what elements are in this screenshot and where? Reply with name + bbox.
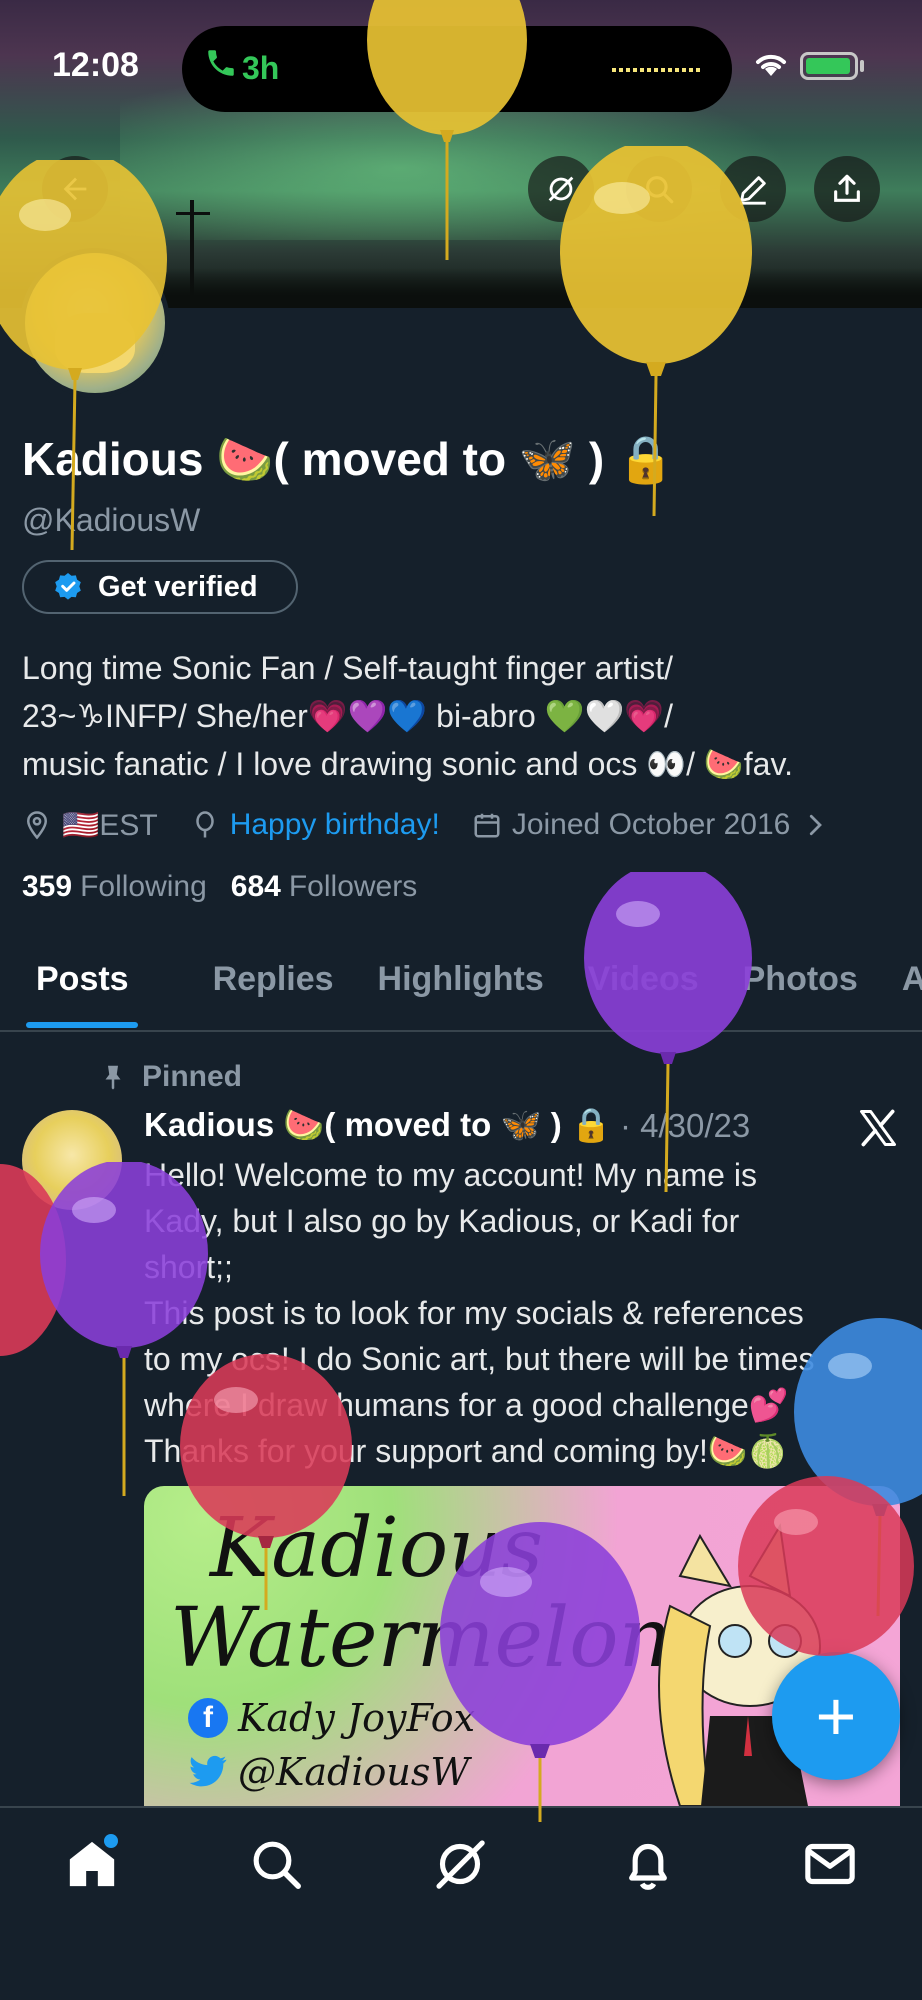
avatar-art bbox=[55, 313, 135, 373]
location-text: 🇺🇸EST bbox=[62, 808, 158, 842]
battery-icon bbox=[800, 52, 858, 80]
followers-count: 684 bbox=[230, 870, 281, 903]
search-icon bbox=[646, 176, 674, 204]
pin-icon bbox=[105, 1065, 121, 1090]
profile-meta: 🇺🇸EST Happy birthday! Joined October 201… bbox=[22, 800, 848, 850]
facebook-icon: f bbox=[188, 1698, 228, 1738]
profile-avatar[interactable] bbox=[20, 248, 170, 398]
tab-videos[interactable]: Videos bbox=[588, 950, 699, 1032]
post-body: Hello! Welcome to my account! My name is… bbox=[144, 1152, 904, 1474]
nav-notifications[interactable] bbox=[620, 1836, 680, 1896]
joined-text: Joined October 2016 bbox=[511, 808, 791, 841]
edit-icon bbox=[740, 176, 766, 205]
balloon-icon bbox=[195, 811, 214, 838]
audio-waveform bbox=[612, 68, 702, 72]
back-button[interactable] bbox=[42, 156, 108, 222]
battery-cap bbox=[860, 60, 864, 72]
back-arrow-icon bbox=[63, 177, 87, 201]
image-twitter-text: @KadiousW bbox=[238, 1750, 470, 1794]
grok-button[interactable] bbox=[528, 156, 594, 222]
mail-icon bbox=[805, 1843, 855, 1885]
grok-icon bbox=[436, 1840, 485, 1889]
battery-fill bbox=[806, 58, 850, 74]
birthday-item[interactable]: Happy birthday! bbox=[190, 808, 440, 842]
pinned-label: Pinned bbox=[142, 1060, 243, 1093]
profile-tabs: Posts Replies Highlights Videos Photos A… bbox=[0, 950, 922, 1032]
joined-item[interactable]: Joined October 2016 bbox=[472, 808, 831, 842]
user-handle: @KadiousW bbox=[22, 502, 201, 538]
post-header: Kadious 🍉( moved to 🦋 ) 🔒 · 4/30/23 bbox=[144, 1106, 750, 1145]
x-logo-icon[interactable] bbox=[856, 1106, 900, 1150]
bottom-navigation bbox=[0, 1806, 922, 2000]
following-count: 359 bbox=[22, 870, 73, 903]
followers-link[interactable]: 684 Followers bbox=[231, 870, 417, 904]
post-line: short;; bbox=[144, 1249, 233, 1285]
twitter-bird-icon bbox=[188, 1755, 228, 1789]
verified-badge-icon bbox=[55, 573, 81, 600]
chevron-right-icon bbox=[810, 814, 823, 836]
pinned-row: Pinned bbox=[98, 1060, 242, 1094]
dynamic-island[interactable]: 3h bbox=[182, 26, 732, 112]
following-label: Following bbox=[80, 870, 207, 903]
banner-pole-bar bbox=[176, 212, 210, 215]
post-date[interactable]: · 4/30/23 bbox=[620, 1107, 750, 1145]
post-image[interactable]: Kadious Watermelon f Kady JoyFox @Kadiou… bbox=[144, 1486, 900, 1806]
share-icon bbox=[834, 174, 860, 202]
phone-icon bbox=[204, 46, 244, 92]
notification-dot bbox=[104, 1834, 118, 1848]
tabs-divider bbox=[0, 1030, 922, 1032]
location-pin-icon bbox=[26, 811, 48, 840]
followers-label: Followers bbox=[288, 870, 418, 903]
compose-post-button[interactable]: + bbox=[772, 1652, 900, 1780]
grok-icon bbox=[548, 176, 574, 202]
post-line: Kady, but I also go by Kadious, or Kadi … bbox=[144, 1203, 740, 1239]
search-button[interactable] bbox=[626, 156, 692, 222]
post-line: Thanks for your support and coming by!🍉🍈 bbox=[144, 1433, 788, 1469]
tab-art[interactable]: Art bbox=[902, 950, 922, 1032]
image-facebook-text: Kady JoyFox bbox=[238, 1696, 476, 1740]
bell-icon bbox=[629, 1843, 667, 1890]
nav-search[interactable] bbox=[248, 1836, 308, 1896]
tab-replies[interactable]: Replies bbox=[213, 950, 334, 1032]
image-twitter-line: @KadiousW bbox=[188, 1750, 469, 1794]
nav-grok[interactable] bbox=[432, 1836, 492, 1896]
bio-line: Long time Sonic Fan / Self-taught finger… bbox=[22, 650, 673, 686]
image-facebook-line: f Kady JoyFox bbox=[188, 1696, 475, 1740]
bio-line: 23~♑INFP/ She/her💗💜💙 bi-abro 💚🤍💗/ bbox=[22, 698, 674, 734]
post-line: This post is to look for my socials & re… bbox=[144, 1295, 804, 1331]
calendar-icon bbox=[474, 813, 500, 838]
bio-line: music fanatic / I love drawing sonic and… bbox=[22, 746, 793, 782]
display-name: Kadious 🍉( moved to 🦋 ) 🔒 bbox=[22, 433, 675, 485]
search-icon bbox=[253, 1841, 301, 1889]
image-title-line1: Kadious bbox=[210, 1501, 544, 1596]
plus-icon: + bbox=[815, 1677, 857, 1755]
post-line: Hello! Welcome to my account! My name is bbox=[144, 1157, 757, 1193]
post-line: where I draw humans for a good challenge… bbox=[144, 1387, 789, 1423]
image-title-line2: Watermelon bbox=[170, 1591, 672, 1686]
get-verified-label: Get verified bbox=[98, 570, 258, 603]
tab-highlights[interactable]: Highlights bbox=[378, 950, 544, 1032]
tab-photos[interactable]: Photos bbox=[743, 950, 858, 1032]
get-verified-button[interactable]: Get verified bbox=[22, 560, 298, 614]
image-title: Kadious Watermelon bbox=[170, 1504, 671, 1684]
birthday-link[interactable]: Happy birthday! bbox=[230, 808, 440, 842]
wifi-icon bbox=[756, 54, 786, 76]
post-line: to my ocs! I do Sonic art, but there wil… bbox=[144, 1341, 815, 1377]
following-link[interactable]: 359 Following bbox=[22, 870, 207, 904]
share-button[interactable] bbox=[814, 156, 880, 222]
location-item: 🇺🇸EST bbox=[22, 808, 158, 843]
edit-button[interactable] bbox=[720, 156, 786, 222]
profile-bio: Long time Sonic Fan / Self-taught finger… bbox=[22, 644, 912, 788]
post-author-avatar[interactable] bbox=[22, 1110, 122, 1210]
follow-stats: 359 Following 684 Followers bbox=[22, 870, 417, 904]
call-duration: 3h bbox=[242, 50, 280, 86]
status-time: 12:08 bbox=[52, 46, 139, 84]
nav-messages[interactable] bbox=[802, 1836, 862, 1896]
post-author-name[interactable]: Kadious 🍉( moved to 🦋 ) 🔒 bbox=[144, 1106, 612, 1145]
tab-posts[interactable]: Posts bbox=[36, 950, 129, 1032]
active-tab-indicator bbox=[26, 1022, 138, 1028]
